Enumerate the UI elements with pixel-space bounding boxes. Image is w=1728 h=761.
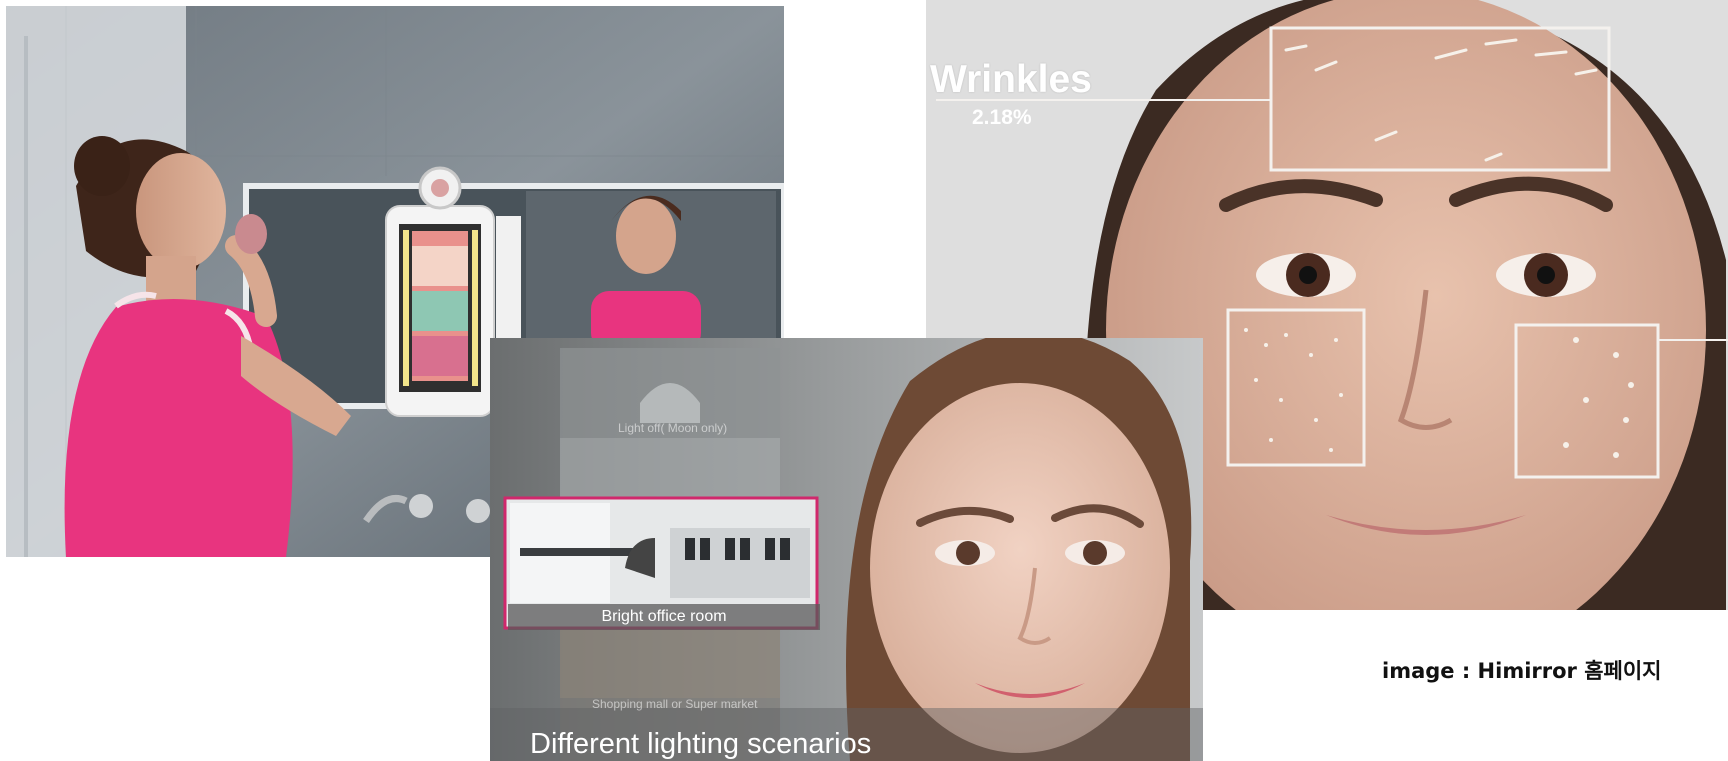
lighting-caption: Different lighting scenarios [530, 728, 872, 760]
wrinkles-label: Wrinkles [930, 58, 1092, 101]
scene-label-bottom: Shopping mall or Super market [592, 697, 758, 711]
wrinkles-value: 2.18% [972, 106, 1032, 129]
image-credit: image : Himirror 홈페이지 [1382, 659, 1662, 683]
office-scene-label: Bright office room [508, 604, 820, 630]
scene-label-top: Light off( Moon only) [618, 421, 728, 435]
